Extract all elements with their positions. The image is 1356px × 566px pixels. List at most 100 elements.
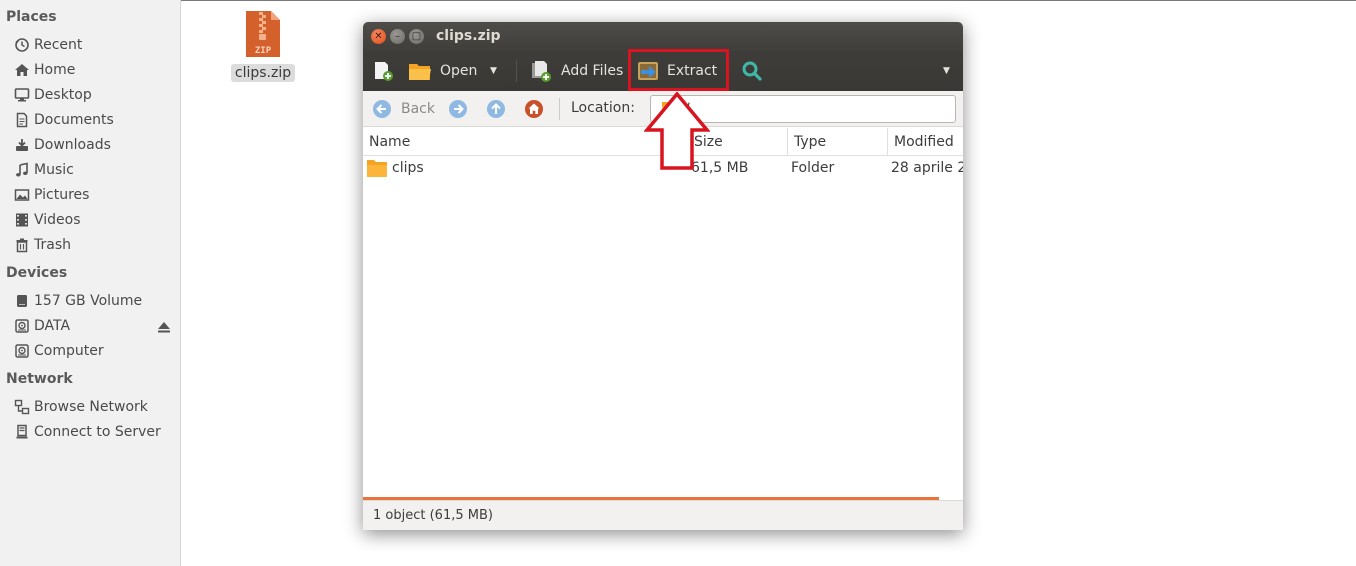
sidebar-item-pictures[interactable]: Pictures bbox=[14, 184, 89, 206]
column-header-name[interactable]: Name bbox=[363, 128, 688, 156]
add-files-button[interactable]: Add Files bbox=[529, 51, 623, 91]
open-button[interactable]: Open bbox=[408, 51, 477, 91]
sidebar-item-videos[interactable]: Videos bbox=[14, 209, 81, 231]
folder-open-icon bbox=[409, 64, 431, 80]
places-sidebar: Places Recent Home Desktop Documents Dow… bbox=[0, 0, 181, 566]
column-name-label: Name bbox=[369, 134, 411, 150]
sidebar-heading-places: Places bbox=[6, 9, 57, 25]
sidebar-item-label: Computer bbox=[34, 343, 104, 359]
sidebar-item-label: Pictures bbox=[34, 187, 90, 203]
new-archive-icon bbox=[375, 62, 393, 81]
chevron-down-icon: ▼ bbox=[490, 66, 497, 76]
location-label: Location: bbox=[571, 100, 635, 116]
close-icon: ✕ bbox=[374, 30, 383, 42]
sidebar-item-connect-to-server[interactable]: Connect to Server bbox=[14, 421, 161, 443]
add-files-icon bbox=[532, 61, 551, 82]
open-label: Open bbox=[440, 63, 478, 79]
sidebar-item-label: Music bbox=[34, 162, 74, 178]
sidebar-item-label: Recent bbox=[34, 37, 83, 53]
column-header-type[interactable]: Type bbox=[788, 128, 888, 156]
arrow-left-icon bbox=[373, 100, 391, 118]
music-icon bbox=[16, 162, 28, 177]
video-icon bbox=[16, 213, 28, 227]
sidebar-item-label: Connect to Server bbox=[34, 424, 161, 440]
disk-icon bbox=[15, 319, 29, 333]
column-modified-label: Modified bbox=[894, 134, 954, 150]
forward-button[interactable] bbox=[448, 98, 468, 120]
sidebar-heading-devices: Devices bbox=[6, 265, 68, 281]
sidebar-item-desktop[interactable]: Desktop bbox=[14, 84, 92, 106]
column-header-modified[interactable]: Modified bbox=[888, 128, 963, 156]
sidebar-item-label: Browse Network bbox=[34, 399, 148, 415]
row-name: clips bbox=[392, 160, 424, 176]
desktop-icon bbox=[14, 88, 30, 102]
arrow-up-icon bbox=[487, 100, 505, 118]
new-archive-button[interactable] bbox=[372, 51, 402, 91]
desktop-file-label: clips.zip bbox=[230, 64, 296, 82]
sidebar-heading-network: Network bbox=[6, 371, 73, 387]
desktop-file-clips-zip[interactable]: ZIP clips.zip bbox=[230, 10, 296, 82]
sidebar-item-home[interactable]: Home bbox=[14, 59, 75, 81]
disk-icon bbox=[15, 344, 29, 358]
sidebar-item-trash[interactable]: Trash bbox=[14, 234, 71, 256]
sidebar-item-browse-network[interactable]: Browse Network bbox=[14, 396, 148, 418]
home-icon bbox=[15, 64, 29, 76]
minimize-icon: – bbox=[395, 30, 400, 42]
picture-icon bbox=[14, 189, 30, 201]
sidebar-item-157gb-volume[interactable]: 157 GB Volume bbox=[14, 290, 142, 312]
sidebar-item-computer[interactable]: Computer bbox=[14, 340, 104, 362]
chevron-down-icon: ▼ bbox=[943, 66, 950, 76]
zip-badge: ZIP bbox=[255, 46, 272, 56]
server-icon bbox=[16, 424, 28, 439]
window-titlebar[interactable]: ✕ – □ clips.zip bbox=[363, 22, 963, 51]
home-button[interactable] bbox=[524, 98, 544, 120]
toolbar-menu-button[interactable]: ▼ bbox=[943, 51, 950, 91]
close-button[interactable]: ✕ bbox=[371, 29, 386, 44]
sidebar-item-label: DATA bbox=[34, 318, 71, 334]
arrow-right-icon bbox=[449, 100, 467, 118]
sidebar-item-music[interactable]: Music bbox=[14, 159, 74, 181]
sidebar-item-label: 157 GB Volume bbox=[34, 293, 143, 309]
sidebar-item-label: Downloads bbox=[34, 137, 111, 153]
row-modified: 28 aprile 20 bbox=[891, 160, 963, 176]
document-icon bbox=[16, 112, 28, 128]
row-type: Folder bbox=[791, 160, 835, 176]
trash-icon bbox=[16, 238, 28, 253]
drive-icon bbox=[17, 295, 27, 307]
status-text: 1 object (61,5 MB) bbox=[373, 508, 493, 523]
open-dropdown-button[interactable]: ▼ bbox=[490, 51, 497, 91]
search-button[interactable] bbox=[741, 51, 771, 91]
up-button[interactable] bbox=[486, 98, 506, 120]
zip-file-icon: ZIP bbox=[246, 11, 280, 57]
home-icon bbox=[525, 100, 543, 118]
maximize-icon: □ bbox=[411, 30, 422, 42]
sidebar-item-data[interactable]: DATA bbox=[14, 315, 70, 337]
desktop-top-border bbox=[181, 0, 1356, 1]
column-type-label: Type bbox=[794, 134, 827, 150]
minimize-button[interactable]: – bbox=[390, 29, 405, 44]
eject-icon[interactable] bbox=[156, 319, 172, 335]
sidebar-item-label: Home bbox=[34, 62, 76, 78]
search-icon bbox=[742, 61, 762, 81]
sidebar-item-recent[interactable]: Recent bbox=[14, 34, 82, 56]
sidebar-item-label: Documents bbox=[34, 112, 114, 128]
clock-icon bbox=[15, 38, 29, 52]
sidebar-item-label: Trash bbox=[34, 237, 71, 253]
toolbar-separator bbox=[516, 60, 517, 82]
download-icon bbox=[16, 139, 28, 151]
navbar-separator bbox=[559, 98, 560, 120]
window-title: clips.zip bbox=[436, 28, 501, 44]
sidebar-item-label: Videos bbox=[34, 212, 81, 228]
back-label: Back bbox=[401, 101, 435, 117]
annotation-arrow-up-icon bbox=[644, 92, 710, 170]
add-files-label: Add Files bbox=[561, 63, 624, 79]
sidebar-item-downloads[interactable]: Downloads bbox=[14, 134, 111, 156]
maximize-button[interactable]: □ bbox=[409, 29, 424, 44]
network-icon bbox=[14, 399, 30, 415]
folder-icon bbox=[367, 160, 387, 177]
status-bar: 1 object (61,5 MB) bbox=[363, 500, 963, 530]
extract-highlight-box bbox=[628, 49, 729, 91]
sidebar-item-label: Desktop bbox=[34, 87, 92, 103]
sidebar-item-documents[interactable]: Documents bbox=[14, 109, 114, 131]
back-button[interactable]: Back bbox=[372, 98, 435, 120]
